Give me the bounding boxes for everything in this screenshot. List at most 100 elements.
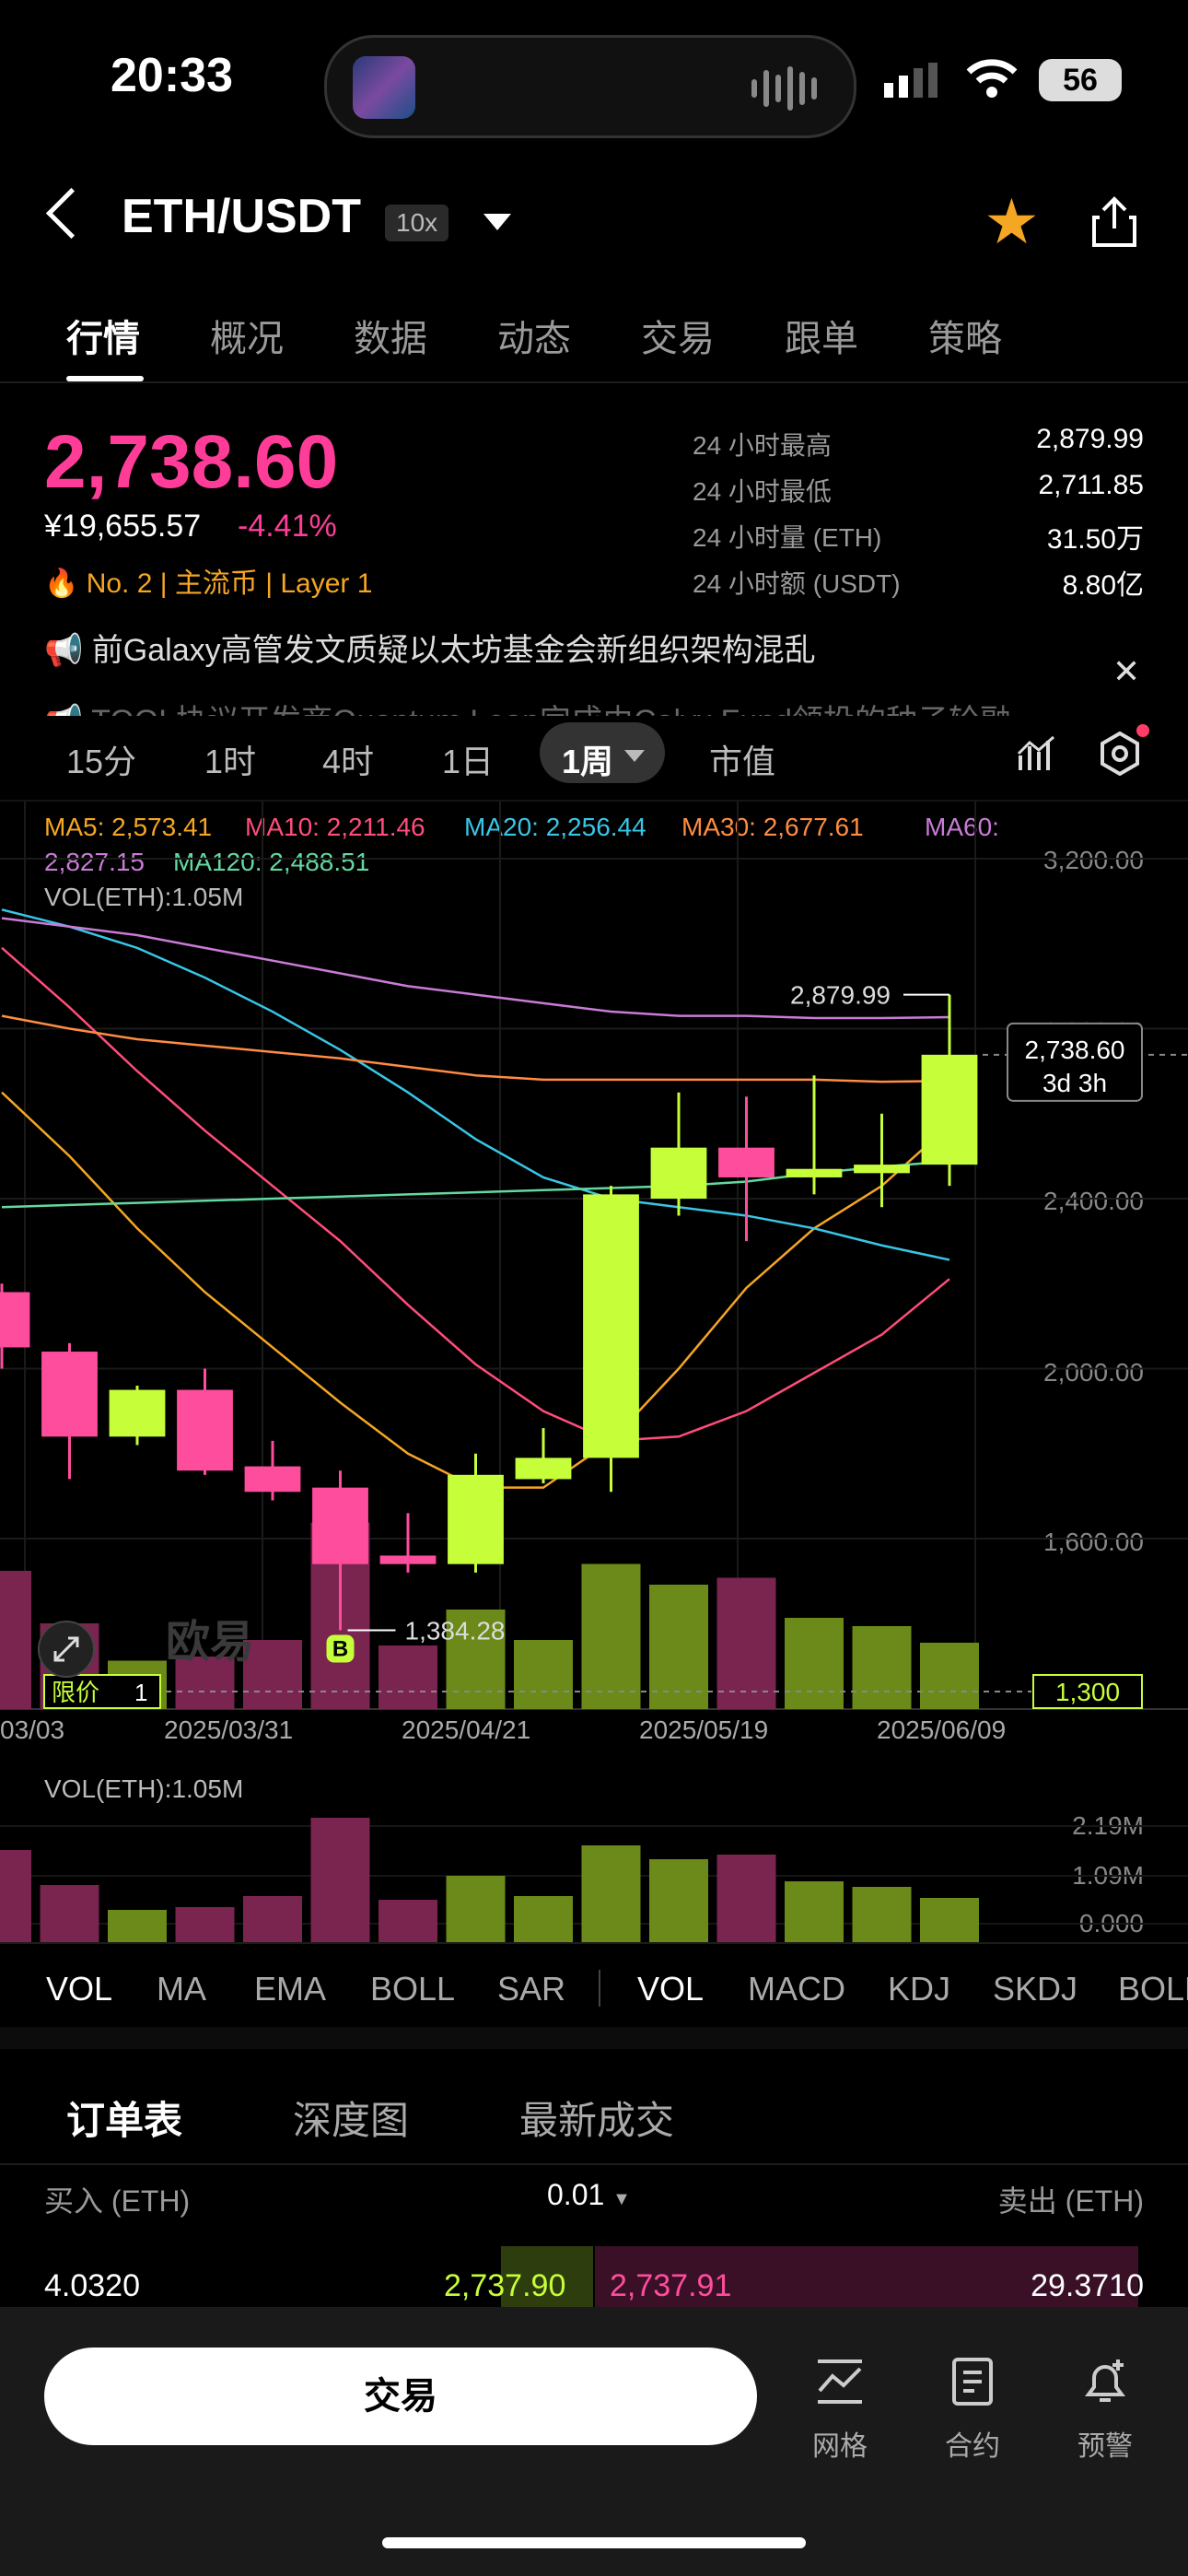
- tab-overview[interactable]: 概况: [210, 309, 284, 362]
- bid-price[interactable]: 2,737.90: [444, 2268, 565, 2304]
- volume-chart[interactable]: [0, 1751, 1188, 1944]
- vol-panel-bar: [243, 1896, 302, 1942]
- pair-dropdown-caret-icon[interactable]: [483, 214, 511, 230]
- rank-tags: 🔥 No. 2 | 主流币 | Layer 1: [44, 560, 372, 601]
- section-gap: [0, 2027, 1188, 2049]
- tab-strategy[interactable]: 策略: [928, 309, 1002, 362]
- chevron-down-icon: ▼: [612, 2189, 631, 2209]
- megaphone-icon: 📢: [44, 704, 91, 716]
- tab-recent-trades[interactable]: 最新成交: [519, 2090, 674, 2146]
- candle-body: [583, 1194, 639, 1458]
- candle-body: [515, 1458, 572, 1480]
- back-chevron-icon[interactable]: [45, 187, 98, 240]
- indicator-vol[interactable]: VOL: [46, 1970, 112, 2008]
- divider: [0, 1942, 1188, 1944]
- notification-dot: [1136, 724, 1149, 737]
- watermark-logo: 欧易: [166, 1616, 254, 1668]
- trade-button[interactable]: 交易: [44, 2348, 757, 2445]
- interval-1d[interactable]: 1日: [442, 735, 494, 783]
- fire-icon: 🔥: [44, 568, 79, 599]
- contract-icon[interactable]: [945, 2354, 1000, 2409]
- vol-panel-bar: [175, 1907, 235, 1942]
- tab-news[interactable]: 动态: [497, 309, 571, 362]
- stat-vol-label: 24 小时量 (ETH): [693, 523, 882, 552]
- indicator-skdj[interactable]: SKDJ: [993, 1970, 1077, 2008]
- pair-title[interactable]: ETH/USDT: [122, 189, 361, 244]
- indicator-sub-vol[interactable]: VOL: [637, 1970, 704, 2008]
- buy-header: 买入 (ETH): [44, 2184, 191, 2218]
- favorite-star-icon[interactable]: ★: [984, 190, 1040, 254]
- ma-line-ma30: [1, 1014, 950, 1083]
- tab-orderbook[interactable]: 订单表: [66, 2090, 182, 2146]
- stat-high-label: 24 小时最高: [693, 431, 832, 460]
- news-item[interactable]: 📢 前Galaxy高管发文质疑以太坊基金会新组织架构混乱: [44, 625, 1103, 670]
- precision-select[interactable]: 0.01 ▼: [547, 2178, 631, 2212]
- vol-panel-bar: [40, 1885, 99, 1942]
- indicator-chart-icon[interactable]: [1017, 733, 1057, 774]
- vol-panel-bar: [920, 1898, 979, 1942]
- vol-panel-bar: [310, 1818, 370, 1942]
- indicator-sar[interactable]: SAR: [497, 1970, 565, 2008]
- vol-panel-bar: [581, 1845, 641, 1942]
- x-tick: 03/03: [0, 1715, 65, 1744]
- last-price-tag: 2,738.60: [1025, 1036, 1125, 1064]
- stat-vol-value: 31.50万: [1046, 524, 1144, 555]
- tab-market[interactable]: 行情: [66, 309, 140, 362]
- candle-body: [448, 1474, 504, 1564]
- candle-body: [786, 1168, 843, 1177]
- interval-1h[interactable]: 1时: [204, 735, 256, 783]
- indicator-sub-boll[interactable]: BOLL: [1118, 1970, 1188, 2008]
- tab-data[interactable]: 数据: [354, 309, 427, 362]
- candle-body: [921, 1054, 978, 1165]
- tab-trade[interactable]: 交易: [641, 309, 715, 362]
- news-item-next[interactable]: 📢 TOOL协议开发商Quantum Leap完成由Calyx Fund领投的种…: [44, 696, 1103, 716]
- tab-copy[interactable]: 跟单: [785, 309, 858, 362]
- interval-active-label: 1周: [562, 743, 614, 780]
- x-tick: 2025/03/31: [164, 1715, 294, 1744]
- indicator-ma[interactable]: MA: [157, 1970, 206, 2008]
- last-price: 2,738.60: [44, 420, 339, 504]
- buy-qty[interactable]: 4.0320: [44, 2268, 140, 2304]
- interval-4h[interactable]: 4时: [322, 735, 374, 783]
- divider: [0, 381, 1188, 383]
- chevron-down-icon: [624, 750, 645, 762]
- dynamic-island[interactable]: [324, 35, 856, 138]
- volume-bar: [920, 1643, 979, 1709]
- sell-qty[interactable]: 29.3710: [1031, 2268, 1144, 2304]
- indicator-kdj[interactable]: KDJ: [888, 1970, 950, 2008]
- interval-marketcap[interactable]: 市值: [709, 735, 775, 783]
- countdown-tag: 3d 3h: [1042, 1069, 1107, 1097]
- limit-order-qty: 1: [134, 1679, 147, 1706]
- tab-depth[interactable]: 深度图: [293, 2090, 409, 2146]
- indicator-macd[interactable]: MACD: [748, 1970, 845, 2008]
- candle-body: [244, 1466, 301, 1493]
- interval-15m[interactable]: 15分: [66, 735, 136, 783]
- volume-bar: [716, 1577, 776, 1709]
- precision-value: 0.01: [547, 2178, 605, 2211]
- indicator-ema[interactable]: EMA: [254, 1970, 326, 2008]
- candle-body: [41, 1352, 98, 1437]
- limit-price-label: 1,300: [1055, 1678, 1120, 1706]
- stat-amt-value: 8.80亿: [1062, 570, 1144, 601]
- vol-panel-bar: [785, 1881, 844, 1942]
- volume-bar: [379, 1645, 437, 1709]
- chart-settings-gear-icon[interactable]: [1098, 732, 1142, 776]
- candlestick-chart[interactable]: 2,879.99 1,384.28 B 2,738.60 3d 3h 限价 1 1,300 欧易: [0, 802, 1188, 1760]
- vol-panel-bar: [108, 1910, 167, 1942]
- alert-bell-icon[interactable]: [1077, 2354, 1133, 2409]
- stat-amt-label: 24 小时额 (USDT): [693, 569, 901, 598]
- interval-1w-active[interactable]: 1周: [540, 722, 665, 783]
- price-cny: ¥19,655.57: [44, 509, 202, 544]
- vol-panel-bar: [649, 1859, 708, 1942]
- stat-low-label: 24 小时最低: [693, 477, 832, 506]
- news-text: 前Galaxy高管发文质疑以太坊基金会新组织架构混乱: [91, 633, 816, 668]
- indicator-boll[interactable]: BOLL: [370, 1970, 455, 2008]
- ma-line-ma10: [1, 946, 950, 1443]
- vol-panel-bar: [514, 1896, 573, 1942]
- share-icon[interactable]: [1090, 195, 1138, 249]
- close-news-icon[interactable]: ✕: [1112, 652, 1140, 691]
- ask-price[interactable]: 2,737.91: [610, 2268, 731, 2304]
- grid-label: 网格: [812, 2431, 868, 2462]
- grid-bot-icon[interactable]: [812, 2354, 868, 2409]
- contract-label: 合约: [945, 2431, 1000, 2462]
